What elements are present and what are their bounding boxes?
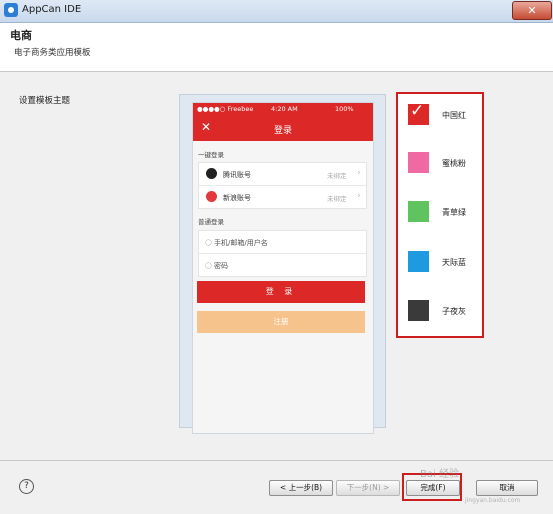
color-swatch-green[interactable] [408, 201, 429, 222]
account-label: 腾讯账号 [223, 171, 251, 179]
theme-name: 子夜灰 [442, 307, 466, 316]
account-label: 新浪账号 [223, 194, 251, 202]
theme-option-blue[interactable]: 天际蓝 [408, 251, 478, 273]
user-icon: ◯ [205, 239, 212, 246]
register-button-preview: 注册 [197, 311, 365, 333]
login-form-card: ◯ 手机/邮箱/用户名 ◯ 密码 [198, 230, 367, 277]
cancel-button[interactable]: 取消 [476, 480, 538, 496]
bind-status: 未绑定 [327, 195, 347, 203]
account-row-weibo: 新浪账号 未绑定 › [199, 186, 366, 208]
quick-login-label: 一键登录 [198, 151, 224, 159]
chevron-right-icon: › [357, 168, 361, 178]
window-title: AppCan IDE [22, 4, 82, 15]
theme-option-red[interactable]: ✓ 中国红 [408, 101, 478, 126]
color-swatch-blue[interactable] [408, 251, 429, 272]
carrier-signal: ●●●●○ Freebee [197, 105, 254, 113]
password-placeholder: 密码 [214, 262, 228, 270]
status-time: 4:20 AM [271, 105, 298, 113]
color-swatch-red[interactable]: ✓ [408, 101, 429, 125]
phone-status-bar: ●●●●○ Freebee 4:20 AM 100% [193, 103, 373, 115]
account-card: 腾讯账号 未绑定 › 新浪账号 未绑定 › [198, 162, 367, 209]
watermark-logo: Bai 经验 [420, 469, 459, 480]
back-button[interactable]: < 上一步(B) [269, 480, 333, 496]
bind-status: 未绑定 [327, 172, 347, 180]
theme-option-green[interactable]: 青草绿 [408, 201, 478, 223]
page-title: 电商 [10, 29, 32, 42]
weibo-icon [206, 191, 217, 202]
finish-button[interactable]: 完成(F) [406, 480, 460, 496]
battery-level: 100% [335, 105, 354, 113]
page-subtitle: 电子商务类应用模板 [14, 48, 91, 58]
login-title: 登录 [273, 126, 292, 136]
chevron-right-icon: › [357, 191, 361, 201]
appcan-logo-icon [4, 3, 18, 17]
normal-login-label: 普通登录 [198, 218, 224, 226]
username-field: ◯ 手机/邮箱/用户名 [199, 231, 366, 253]
account-row-qq: 腾讯账号 未绑定 › [199, 163, 366, 185]
theme-option-gray[interactable]: 子夜灰 [408, 300, 478, 322]
password-field: ◯ 密码 [199, 254, 366, 276]
login-button-preview: 登 录 [197, 281, 365, 303]
theme-name: 蜜桃粉 [442, 159, 466, 168]
window-titlebar: AppCan IDE ✕ [0, 0, 553, 23]
color-swatch-gray[interactable] [408, 300, 429, 321]
checkmark-icon: ✓ [410, 101, 425, 121]
theme-name: 天际蓝 [442, 258, 466, 267]
username-placeholder: 手机/邮箱/用户名 [214, 239, 268, 247]
qq-icon [206, 168, 217, 179]
phone-preview: ●●●●○ Freebee 4:20 AM 100% ✕ 登录 一键登录 腾讯账… [192, 102, 374, 434]
help-icon[interactable]: ? [19, 479, 34, 494]
theme-option-pink[interactable]: 蜜桃粉 [408, 152, 478, 174]
footer-divider [0, 460, 553, 461]
lock-icon: ◯ [205, 262, 212, 269]
theme-name: 青草绿 [442, 208, 466, 217]
theme-palette: ✓ 中国红 蜜桃粉 青草绿 天际蓝 子夜灰 [396, 92, 484, 338]
next-button[interactable]: 下一步(N) > [336, 480, 400, 496]
window-close-button[interactable]: ✕ [512, 1, 552, 20]
watermark-url: jingyan.baidu.com [465, 497, 521, 504]
color-swatch-pink[interactable] [408, 152, 429, 173]
theme-setting-label: 设置模板主题 [19, 96, 71, 106]
theme-name: 中国红 [442, 111, 466, 120]
phone-nav-bar: ✕ 登录 [193, 115, 373, 141]
wizard-header: 电商 电子商务类应用模板 [0, 23, 553, 72]
